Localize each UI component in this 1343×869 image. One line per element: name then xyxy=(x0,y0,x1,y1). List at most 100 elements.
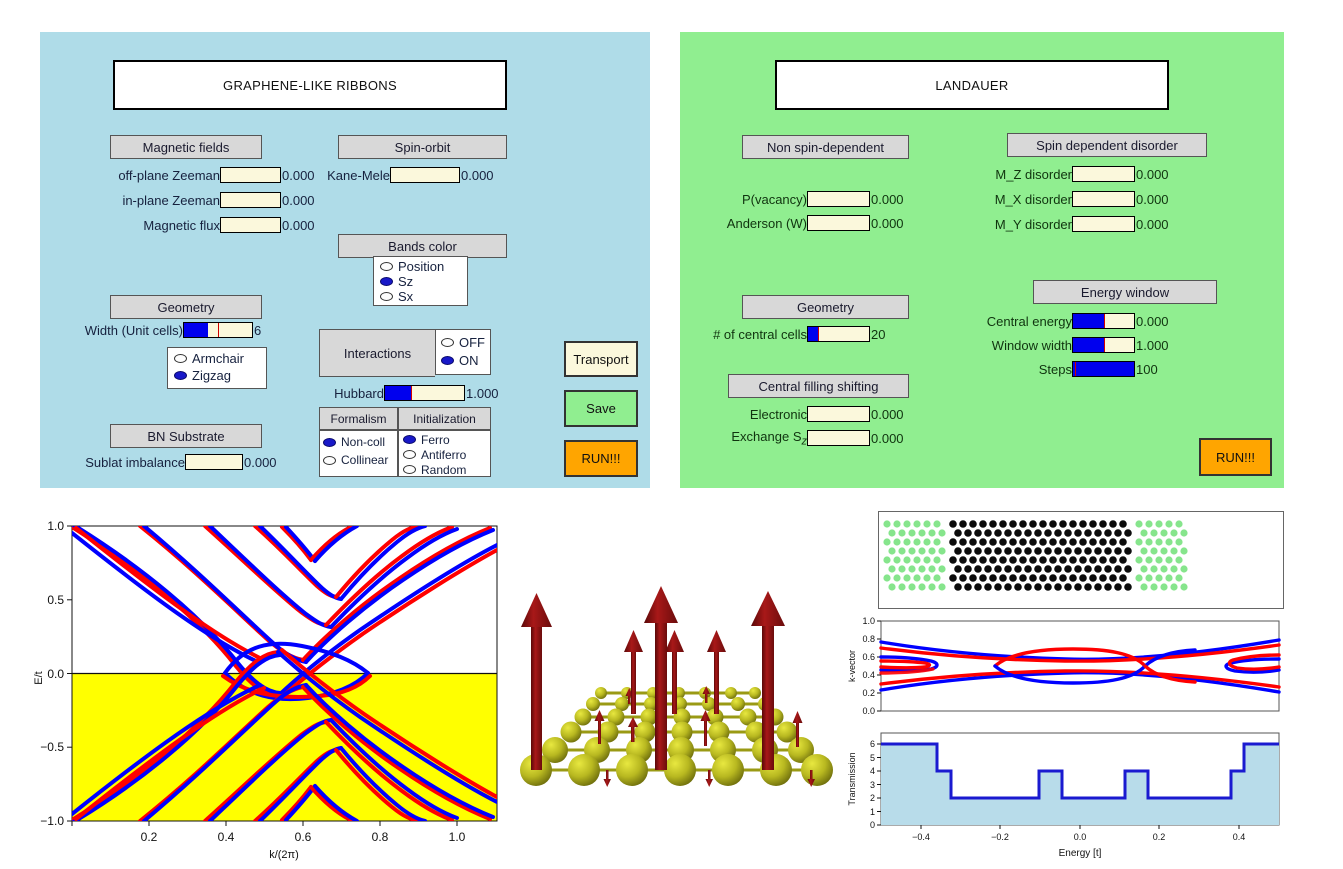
group-header-energy-window[interactable]: Energy window xyxy=(1033,280,1217,304)
steps-slider[interactable] xyxy=(1072,361,1135,377)
transmission-svg: 0 1 2 3 4 5 6 −0.4 −0.2 0.0 0.2 0.4 Ener… xyxy=(845,725,1285,865)
central-cells-slider[interactable] xyxy=(807,326,870,342)
xtick: −0.4 xyxy=(912,832,930,842)
radio-label: Collinear xyxy=(341,453,389,467)
initialization-radiogroup[interactable]: Ferro Antiferro Random xyxy=(398,430,491,477)
magnetic-flux-input[interactable] xyxy=(220,217,281,233)
right-panel-title: LANDAUER xyxy=(775,60,1169,110)
slider-width-unit-cells: Width (Unit cells) 6 xyxy=(40,320,261,340)
field-label: Electronic xyxy=(749,406,807,422)
ribbon-lattice-plot xyxy=(878,511,1284,609)
field-my-disorder: M_Y disorder 0.000 xyxy=(977,214,1169,234)
group-header-magnetic-fields[interactable]: Magnetic fields xyxy=(110,135,262,159)
xtick: 0.4 xyxy=(218,830,235,844)
radio-bullet-icon xyxy=(323,437,336,447)
slider-hubbard: Hubbard 1.000 xyxy=(319,383,499,403)
off-plane-zeeman-input[interactable] xyxy=(220,167,281,183)
field-label: Sublat imbalance xyxy=(85,454,185,470)
ytick: 1.0 xyxy=(862,616,875,626)
radio-label: Armchair xyxy=(192,351,245,366)
ytick: 0 xyxy=(870,820,875,830)
ytick: 0.0 xyxy=(47,667,64,681)
ytick: 1 xyxy=(870,807,875,817)
ytick: 5 xyxy=(870,753,875,763)
radio-position[interactable]: Position xyxy=(380,259,461,274)
hubbard-slider[interactable] xyxy=(384,385,465,401)
transport-button[interactable]: Transport xyxy=(564,341,638,377)
xtick: 0.2 xyxy=(141,830,158,844)
slider-marker xyxy=(218,323,219,337)
run-button-left[interactable]: RUN!!! xyxy=(564,440,638,477)
mz-disorder-input[interactable] xyxy=(1072,166,1135,182)
field-label: Anderson (W) xyxy=(726,215,807,231)
field-sublat-imbalance: Sublat imbalance 0.000 xyxy=(40,452,277,472)
radio-off[interactable]: OFF xyxy=(440,333,485,351)
radio-non-coll[interactable]: Non-coll xyxy=(323,433,394,451)
save-button[interactable]: Save xyxy=(564,390,638,427)
radio-sx[interactable]: Sx xyxy=(380,289,461,304)
field-value: 0.000 xyxy=(1136,216,1169,232)
interactions-toggle[interactable]: OFF ON xyxy=(434,329,491,375)
interactions-group: Interactions OFF ON xyxy=(319,329,491,377)
central-energy-slider[interactable] xyxy=(1072,313,1135,329)
anderson-w-input[interactable] xyxy=(807,215,870,231)
ytick: −1.0 xyxy=(40,814,64,828)
radio-ferro[interactable]: Ferro xyxy=(403,432,486,447)
slider-marker xyxy=(1103,338,1105,352)
p-vacancy-input[interactable] xyxy=(807,191,870,207)
window-width-slider[interactable] xyxy=(1072,337,1135,353)
group-header-non-spin-dependent[interactable]: Non spin-dependent xyxy=(742,135,909,159)
group-header-geometry-right[interactable]: Geometry xyxy=(742,295,909,319)
field-kane-mele: Kane-Mele 0.000 xyxy=(319,165,494,185)
ytick: 0.2 xyxy=(862,688,875,698)
xtick: 0.2 xyxy=(1153,832,1166,842)
exchange-sz-input[interactable] xyxy=(807,430,870,446)
group-header-geometry[interactable]: Geometry xyxy=(110,295,262,319)
radio-label: Sx xyxy=(398,289,414,304)
bands-color-radiogroup[interactable]: Position Sz Sx xyxy=(373,256,468,306)
field-exchange-sz: Exchange Sz 0.000 xyxy=(680,428,903,448)
formalism-radiogroup[interactable]: Non-coll Collinear xyxy=(319,430,398,477)
radio-armchair[interactable]: Armchair xyxy=(174,350,260,367)
radio-antiferro[interactable]: Antiferro xyxy=(403,447,486,462)
radio-zigzag[interactable]: Zigzag xyxy=(174,367,260,384)
group-header-central-filling-shifting[interactable]: Central filling shifting xyxy=(728,374,909,398)
geometry-radiogroup[interactable]: Armchair Zigzag xyxy=(167,347,267,389)
x-axis-label: Energy [t] xyxy=(1059,848,1102,859)
graphene-ribbons-panel: GRAPHENE-LIKE RIBBONS Magnetic fields of… xyxy=(40,32,650,488)
radio-random[interactable]: Random xyxy=(403,462,486,477)
xtick: 0.4 xyxy=(1233,832,1246,842)
radio-sz[interactable]: Sz xyxy=(380,274,461,289)
radio-label: Antiferro xyxy=(421,447,467,462)
width-slider[interactable] xyxy=(183,322,253,338)
radio-collinear[interactable]: Collinear xyxy=(323,451,394,469)
radio-on[interactable]: ON xyxy=(440,351,485,369)
group-header-initialization[interactable]: Initialization xyxy=(398,407,491,430)
spin-lattice-figure xyxy=(505,580,850,810)
formalism-init-group: Formalism Non-coll Collinear Initializat… xyxy=(319,407,491,477)
group-header-interactions[interactable]: Interactions xyxy=(319,329,435,377)
xtick: 0.6 xyxy=(295,830,312,844)
field-label-text: Exchange S xyxy=(731,428,802,444)
run-button-right[interactable]: RUN!!! xyxy=(1199,438,1272,476)
group-header-bands-color[interactable]: Bands color xyxy=(338,234,507,258)
ytick: 0.4 xyxy=(862,670,875,680)
group-header-spin-orbit[interactable]: Spin-orbit xyxy=(338,135,507,159)
ytick: 4 xyxy=(870,766,875,776)
sublat-imbalance-input[interactable] xyxy=(185,454,243,470)
my-disorder-input[interactable] xyxy=(1072,216,1135,232)
in-plane-zeeman-input[interactable] xyxy=(220,192,281,208)
radio-label: Sz xyxy=(398,274,414,289)
left-panel-title: GRAPHENE-LIKE RIBBONS xyxy=(113,60,507,110)
field-label: Magnetic flux xyxy=(143,217,220,233)
electronic-input[interactable] xyxy=(807,406,870,422)
slider-fill xyxy=(1073,314,1104,328)
slider-label: Central energy xyxy=(986,313,1072,329)
group-header-formalism[interactable]: Formalism xyxy=(319,407,398,430)
mx-disorder-input[interactable] xyxy=(1072,191,1135,207)
ytick: 0.8 xyxy=(862,634,875,644)
kane-mele-input[interactable] xyxy=(390,167,460,183)
group-header-spin-dependent-disorder[interactable]: Spin dependent disorder xyxy=(1007,133,1207,157)
field-value: 0.000 xyxy=(1136,166,1169,182)
group-header-bn-substrate[interactable]: BN Substrate xyxy=(110,424,262,448)
